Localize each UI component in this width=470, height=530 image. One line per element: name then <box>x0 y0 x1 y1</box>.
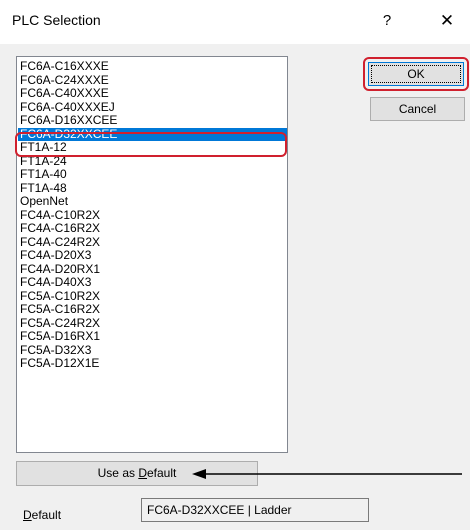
list-item[interactable]: FC4A-D20X3 <box>18 248 287 263</box>
list-item[interactable]: OpenNet <box>18 194 287 209</box>
list-item[interactable]: FC4A-D20RX1 <box>18 262 287 277</box>
list-item[interactable]: FT1A-24 <box>18 154 287 169</box>
list-item[interactable]: FC6A-D32XXCEE <box>18 127 287 141</box>
list-item[interactable]: FC5A-C10R2X <box>18 289 287 304</box>
list-item[interactable]: FT1A-48 <box>18 181 287 196</box>
window-title: PLC Selection <box>12 12 101 28</box>
plc-list[interactable]: FC6A-C16XXXE FC6A-C24XXXE FC6A-C40XXXE FC6A… <box>16 56 288 453</box>
list-item[interactable]: FC6A-C40XXXE <box>18 86 287 101</box>
left-arrow-icon <box>192 469 462 479</box>
list-item[interactable]: FC5A-C16R2X <box>18 302 287 317</box>
cancel-label: Cancel <box>398 102 437 116</box>
help-button[interactable]: ? <box>372 8 402 34</box>
list-item[interactable]: FC4A-C24R2X <box>18 235 287 250</box>
list-item[interactable]: FC5A-D12X1E <box>18 356 287 371</box>
list-item[interactable]: FC4A-D40X3 <box>18 275 287 290</box>
use-default-suffix: efault <box>147 466 177 480</box>
list-item[interactable]: FC6A-C40XXXEJ <box>18 100 287 115</box>
list-item[interactable]: FC5A-D16RX1 <box>18 329 287 344</box>
default-label-accel: D <box>23 508 32 522</box>
close-button[interactable]: ✕ <box>432 8 462 34</box>
default-label-rest: efault <box>31 508 62 522</box>
default-label: Default <box>23 508 61 522</box>
list-item[interactable]: FC6A-C24XXXE <box>18 73 287 88</box>
list-item[interactable]: FT1A-40 <box>18 167 287 182</box>
list-item[interactable]: FC6A-C16XXXE <box>18 59 287 74</box>
list-item[interactable]: FC5A-D32X3 <box>18 343 287 358</box>
cancel-button[interactable]: Cancel <box>370 97 465 121</box>
list-item[interactable]: FT1A-12 <box>18 140 287 155</box>
use-default-accel: D <box>138 466 147 480</box>
ok-focus-rect <box>371 65 461 83</box>
ok-button[interactable]: OK <box>368 62 464 86</box>
title-bar: PLC Selection ? ✕ <box>0 0 470 44</box>
list-item[interactable]: FC5A-C24R2X <box>18 316 287 331</box>
list-item[interactable]: FC4A-C16R2X <box>18 221 287 236</box>
default-value-field: FC6A-D32XXCEE | Ladder <box>141 498 369 522</box>
list-item[interactable]: FC6A-D16XXCEE <box>18 113 287 128</box>
use-default-prefix: Use as <box>97 466 139 480</box>
list-item[interactable]: FC4A-C10R2X <box>18 208 287 223</box>
